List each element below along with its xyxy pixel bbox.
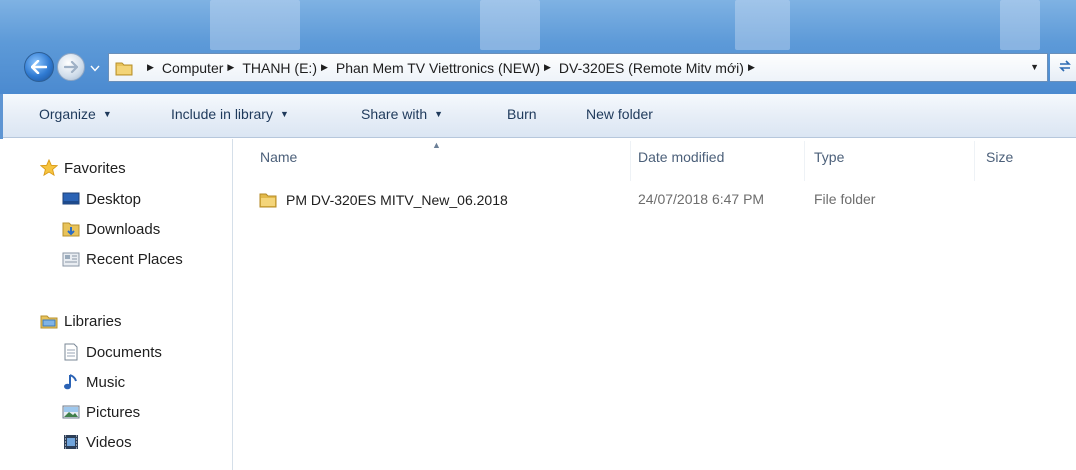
breadcrumb-label: Phan Mem TV Viettronics (NEW) [335,59,540,76]
organize-button[interactable]: Organize ▼ [39,106,112,122]
refresh-icon [1058,59,1072,76]
breadcrumb-label: THANH (E:) [242,59,317,76]
column-divider[interactable] [630,141,631,181]
navigation-pane: Favorites Desktop Downloads Recent Place… [0,139,233,470]
sidebar-item-pictures[interactable]: Pictures [62,403,140,421]
column-header-date-modified[interactable]: Date modified [638,149,724,165]
file-list-pane: ▲ Name Date modified Type Size PM DV-320… [234,139,1076,470]
favorites-label: Favorites [64,159,126,177]
music-icon [62,373,80,391]
file-name-cell[interactable]: PM DV-320ES MITV_New_06.2018 [258,191,508,209]
organize-label: Organize [39,106,96,122]
window-titlebar: ▶ Computer ▶ THANH (E:) ▶ Phan Mem TV Vi… [0,0,1076,94]
column-header-label: Date modified [638,149,725,165]
column-header-size[interactable]: Size [986,149,1013,165]
breadcrumb-label: Computer [161,59,224,76]
downloads-folder-icon [62,220,80,238]
table-row[interactable]: PM DV-320ES MITV_New_06.2018 24/07/2018 … [258,189,1048,211]
chevron-down-icon: ▼ [279,109,289,119]
breadcrumb-label: DV-320ES (Remote Mitv mới) [558,59,744,76]
chevron-down-icon: ▼ [434,109,444,119]
date-modified-cell: 24/07/2018 6:47 PM [638,191,765,207]
sidebar-item-label: Recent Places [86,250,183,268]
folder-icon [258,191,278,209]
documents-icon [62,343,80,361]
videos-icon [62,433,80,451]
share-with-label: Share with [361,106,428,122]
new-folder-label: New folder [586,106,653,122]
background-glow [210,0,300,50]
breadcrumb-separator[interactable]: ▶ [143,62,162,73]
sidebar-item-downloads[interactable]: Downloads [62,220,160,238]
burn-label: Burn [507,106,537,122]
forward-arrow-icon [64,61,78,73]
chevron-right-icon[interactable]: ▶ [748,62,755,73]
chevron-down-icon: ▼ [102,109,112,119]
file-name-label: PM DV-320ES MITV_New_06.2018 [286,192,508,208]
sidebar-item-label: Videos [86,433,132,451]
sidebar-item-label: Downloads [86,220,161,238]
column-header-label: Name [260,149,298,165]
background-glow [1000,0,1040,50]
column-header-label: Type [814,149,845,165]
column-header-label: Size [986,149,1014,165]
sidebar-item-recent-places[interactable]: Recent Places [62,250,183,268]
breadcrumb-computer[interactable]: Computer ▶ [162,60,242,76]
back-arrow-icon [31,60,47,74]
background-glow [735,0,790,50]
sidebar-item-desktop[interactable]: Desktop [62,190,141,208]
breadcrumb-current-folder[interactable]: DV-320ES (Remote Mitv mới) ▶ [559,60,763,76]
recent-places-icon [62,250,80,268]
back-button[interactable] [24,52,54,82]
folder-icon [115,60,133,76]
pictures-icon [62,403,80,421]
include-in-library-label: Include in library [171,106,273,122]
sidebar-item-music[interactable]: Music [62,373,125,391]
chevron-down-icon [90,59,100,75]
include-in-library-button[interactable]: Include in library ▼ [171,106,289,122]
address-dropdown-icon[interactable]: ▼ [1030,62,1039,72]
share-with-button[interactable]: Share with ▼ [361,106,443,122]
sidebar-item-label: Desktop [86,190,142,208]
sidebar-item-videos[interactable]: Videos [62,433,132,451]
column-header-name[interactable]: Name [260,149,297,165]
column-header-type[interactable]: Type [814,149,844,165]
desktop-icon [62,190,80,208]
recent-pages-dropdown[interactable] [88,61,102,73]
burn-button[interactable]: Burn [507,106,537,122]
star-icon [40,159,58,177]
chevron-right-icon[interactable]: ▶ [321,62,328,73]
sidebar-item-label: Documents [86,343,162,361]
sidebar-item-label: Music [86,373,126,391]
refresh-button[interactable] [1050,53,1076,82]
chevron-right-icon[interactable]: ▶ [227,62,234,73]
sort-ascending-icon: ▲ [432,140,441,150]
favorites-header[interactable]: Favorites [40,159,126,177]
sidebar-item-documents[interactable]: Documents [62,343,162,361]
address-bar[interactable]: ▶ Computer ▶ THANH (E:) ▶ Phan Mem TV Vi… [108,53,1048,82]
command-bar: Organize ▼ Include in library ▼ Share wi… [0,94,1076,138]
new-folder-button[interactable]: New folder [586,106,653,122]
libraries-label: Libraries [64,312,122,330]
column-divider[interactable] [974,141,975,181]
sidebar-item-label: Pictures [86,403,141,421]
type-cell: File folder [814,191,876,207]
column-divider[interactable] [804,141,805,181]
chevron-right-icon: ▶ [147,62,154,72]
forward-button[interactable] [57,53,85,81]
chevron-right-icon[interactable]: ▶ [544,62,551,73]
libraries-icon [40,312,58,330]
breadcrumb-drive[interactable]: THANH (E:) ▶ [242,60,336,76]
libraries-header[interactable]: Libraries [40,312,122,330]
breadcrumb-folder[interactable]: Phan Mem TV Viettronics (NEW) ▶ [336,60,559,76]
background-glow [480,0,540,50]
